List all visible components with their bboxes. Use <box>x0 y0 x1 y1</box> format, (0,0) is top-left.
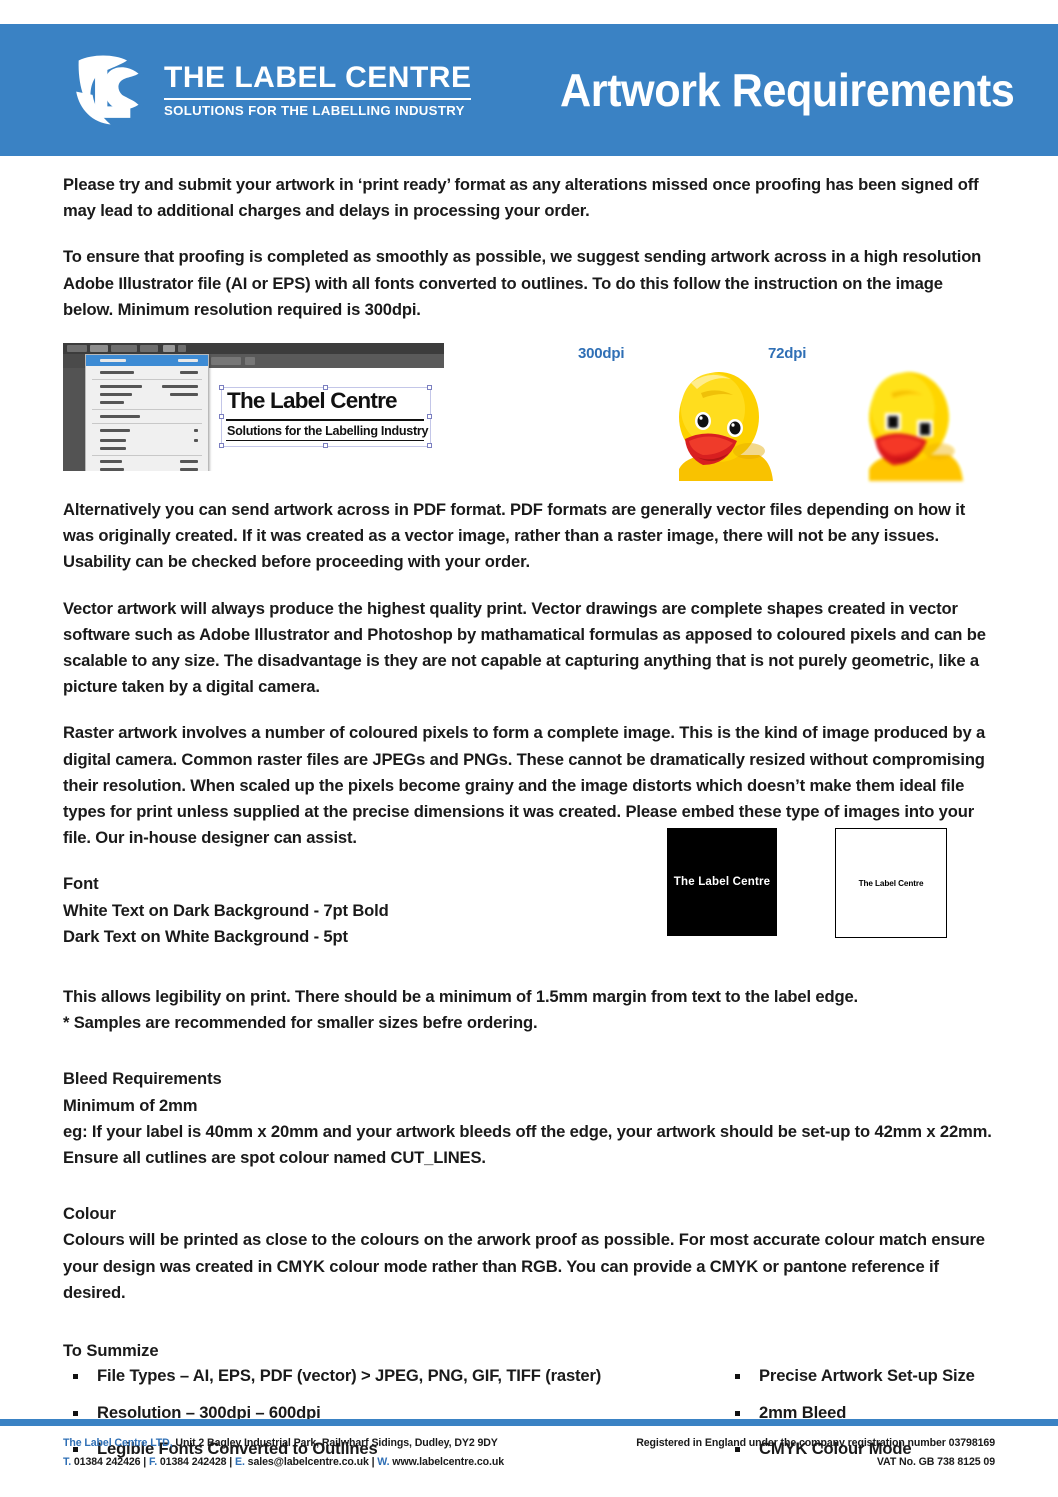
raster-label: Raster <box>63 723 114 743</box>
web-label: W. <box>377 1455 390 1468</box>
logo-divider <box>164 97 472 100</box>
colour-heading: Colour <box>63 1204 116 1224</box>
bullet-square-icon <box>735 1374 740 1380</box>
bullet-square-icon <box>73 1410 78 1416</box>
footer-contact-line: T. 01384 242426 | F. 01384 242428 | E. s… <box>63 1453 504 1472</box>
illustration-row: The Label Centre Solutions for the Label… <box>63 343 995 482</box>
legibility-note-2: * Samples are recommended for smaller si… <box>63 1013 538 1033</box>
list-item: File Types – AI, EPS, PDF (vector) > JPE… <box>71 1366 691 1386</box>
page-title: Artwork Requirements <box>560 64 1015 116</box>
artboard-underline <box>226 440 424 442</box>
vector-label: Vector <box>63 598 113 618</box>
summary-heading: To Summize <box>63 1341 159 1361</box>
illustrator-menubar <box>63 343 444 355</box>
illustrator-view-menu <box>85 354 209 472</box>
sample-light-background: The Label Centre <box>835 828 947 938</box>
list-item-label: Precise Artwork Set-up Size <box>759 1366 975 1386</box>
footer-address: Unit 2 Bagley Industrial Park, Railwharf… <box>172 1437 498 1449</box>
web-value[interactable]: www.labelcentre.co.uk <box>389 1456 504 1468</box>
fax-label: F. <box>149 1455 158 1468</box>
email-value[interactable]: sales@labelcentre.co.uk | <box>245 1456 377 1468</box>
list-item: Precise Artwork Set-up Size <box>733 1366 1058 1386</box>
page-footer: The Label Centre LTD, Unit 2 Bagley Indu… <box>0 1434 1058 1480</box>
list-item-label: File Types – AI, EPS, PDF (vector) > JPE… <box>97 1366 602 1386</box>
footer-company-name: The Label Centre LTD, <box>63 1437 173 1449</box>
intro-paragraph: Please try and submit your artwork in ‘p… <box>63 175 979 221</box>
dpi-300-label: 300dpi <box>578 345 625 363</box>
logo-title: THE LABEL CENTRE <box>164 60 472 94</box>
artboard-selection: The Label Centre Solutions for the Label… <box>221 387 431 448</box>
logo-subtitle: SOLUTIONS FOR THE LABELLING INDUSTRY <box>164 102 465 118</box>
email-label: E. <box>235 1455 245 1468</box>
sample-dark-text: The Label Centre <box>673 876 771 888</box>
tel-value: 01384 242426 | <box>71 1455 149 1468</box>
tel-label: T. <box>63 1455 72 1468</box>
colour-paragraph: Colours will be printed as close to the … <box>63 1230 985 1302</box>
illustrator-tabstrip <box>207 354 444 369</box>
footer-contact-block: The Label Centre LTD, Unit 2 Bagley Indu… <box>63 1434 504 1471</box>
sample-light-text: The Label Centre <box>858 878 924 888</box>
footer-registration-block: Registered in England under the company … <box>636 1434 995 1471</box>
artboard-subtitle: Solutions for the Labelling Industry <box>227 424 429 439</box>
footer-vat: VAT No. GB 738 8125 09 <box>876 1455 995 1468</box>
pdf-paragraph: Alternatively you can send artwork acros… <box>63 500 966 572</box>
dpi-72-label: 72dpi <box>768 345 807 363</box>
sample-dark-background: The Label Centre <box>667 828 777 936</box>
proofing-paragraph: To ensure that proofing is completed as … <box>63 247 982 319</box>
duck-image-72dpi <box>853 365 965 482</box>
bullet-square-icon <box>73 1374 78 1380</box>
bleed-heading: Bleed Requirements <box>63 1069 222 1089</box>
font-sample-boxes: The Label Centre The Label Centre <box>667 828 957 938</box>
illustrator-tool-rail <box>63 368 85 472</box>
lc-monogram-icon <box>68 49 150 131</box>
artboard-title: The Label Centre <box>227 388 398 414</box>
footer-registration: Registered in England under the company … <box>636 1437 995 1449</box>
brand-logo: THE LABEL CENTRE SOLUTIONS FOR THE LABEL… <box>68 49 472 131</box>
footer-divider <box>0 1419 1058 1426</box>
page-header: THE LABEL CENTRE SOLUTIONS FOR THE LABEL… <box>0 24 1058 156</box>
artboard-rule <box>226 419 424 422</box>
bleed-line-2: eg: If your label is 40mm x 20mm and you… <box>63 1121 992 1168</box>
bleed-line-1: Minimum of 2mm <box>63 1095 198 1115</box>
footer-address-line: The Label Centre LTD, Unit 2 Bagley Indu… <box>63 1434 504 1453</box>
fax-value: 01384 242428 | <box>157 1455 235 1468</box>
illustrator-screenshot: The Label Centre Solutions for the Label… <box>63 343 444 472</box>
legibility-note-1: This allows legibility on print. There s… <box>63 987 858 1007</box>
bullet-square-icon <box>735 1410 740 1416</box>
document-body: Please try and submit your artwork in ‘p… <box>63 172 995 1458</box>
duck-image-300dpi <box>663 365 775 482</box>
vector-paragraph: Vector artwork will always produce the h… <box>63 596 995 701</box>
vector-text: artwork will always produce the highest … <box>63 598 986 697</box>
